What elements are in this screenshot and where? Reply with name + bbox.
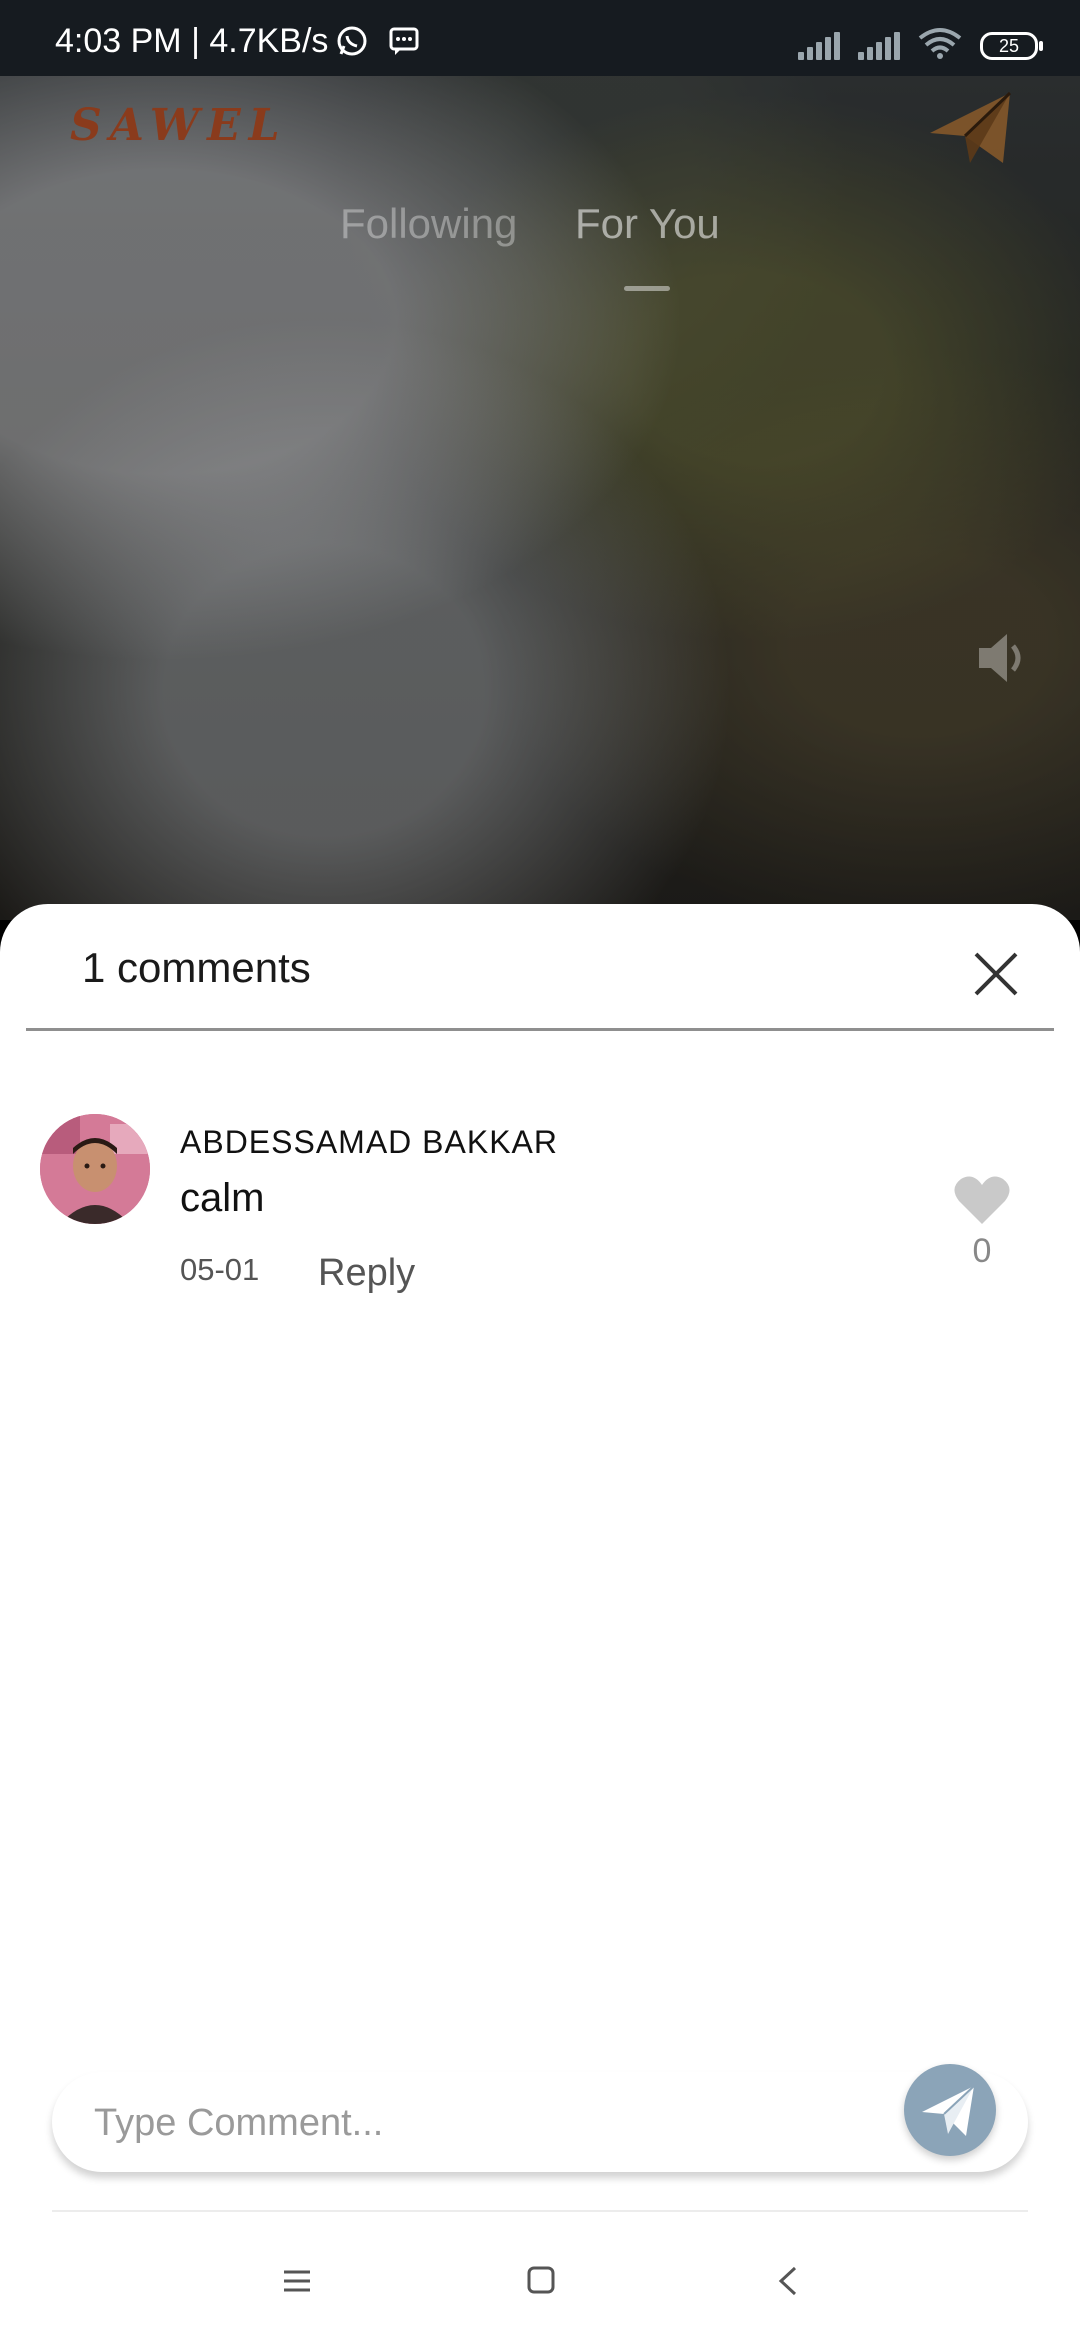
tab-indicator <box>624 286 670 291</box>
comment-author[interactable]: ABDESSAMAD BAKKAR <box>180 1124 558 1161</box>
tab-following[interactable]: Following <box>340 200 517 248</box>
status-time: 4:03 PM | 4.7KB/s <box>55 22 329 60</box>
message-icon <box>389 27 419 55</box>
reply-button[interactable]: Reply <box>318 1252 415 1295</box>
signal-icon <box>798 30 840 60</box>
wifi-icon <box>918 28 962 59</box>
comment-input[interactable] <box>92 2094 916 2152</box>
menu-icon[interactable] <box>282 2268 312 2294</box>
sheet-divider <box>26 1028 1054 1031</box>
close-icon[interactable] <box>968 946 1024 1002</box>
comment-item: ABDESSAMAD BAKKAR calm 05-01 Reply 0 <box>0 1110 1080 1310</box>
avatar[interactable] <box>40 1114 150 1224</box>
whatsapp-icon <box>337 26 367 56</box>
comment-date: 05-01 <box>180 1252 260 1287</box>
send-button[interactable] <box>904 2064 996 2156</box>
signal-icon-2 <box>858 30 900 60</box>
send-icon <box>922 2085 975 2136</box>
navigation-bar <box>0 2220 1080 2340</box>
paper-plane-icon[interactable] <box>925 88 1015 168</box>
comments-sheet: 1 comments ABDESSAMAD BAKKAR calm 05-01 … <box>0 904 1080 2340</box>
app-logo: SAWEL <box>70 100 288 151</box>
status-bar: 4:03 PM | 4.7KB/s 25 <box>0 0 1080 76</box>
system-icons: 25 <box>798 26 1043 60</box>
input-divider <box>52 2210 1028 2212</box>
comments-count-title: 1 comments <box>82 944 311 991</box>
heart-icon[interactable] <box>953 1174 1011 1226</box>
notification-icons <box>335 24 421 58</box>
battery-icon: 25 <box>980 32 1043 60</box>
comment-input-container <box>52 2072 1028 2172</box>
back-icon[interactable] <box>777 2266 799 2296</box>
home-icon[interactable] <box>527 2266 555 2294</box>
volume-icon[interactable] <box>975 628 1027 688</box>
tab-for-you[interactable]: For You <box>575 200 720 248</box>
like-count: 0 <box>972 1232 992 1270</box>
comment-text: calm <box>180 1176 265 1220</box>
